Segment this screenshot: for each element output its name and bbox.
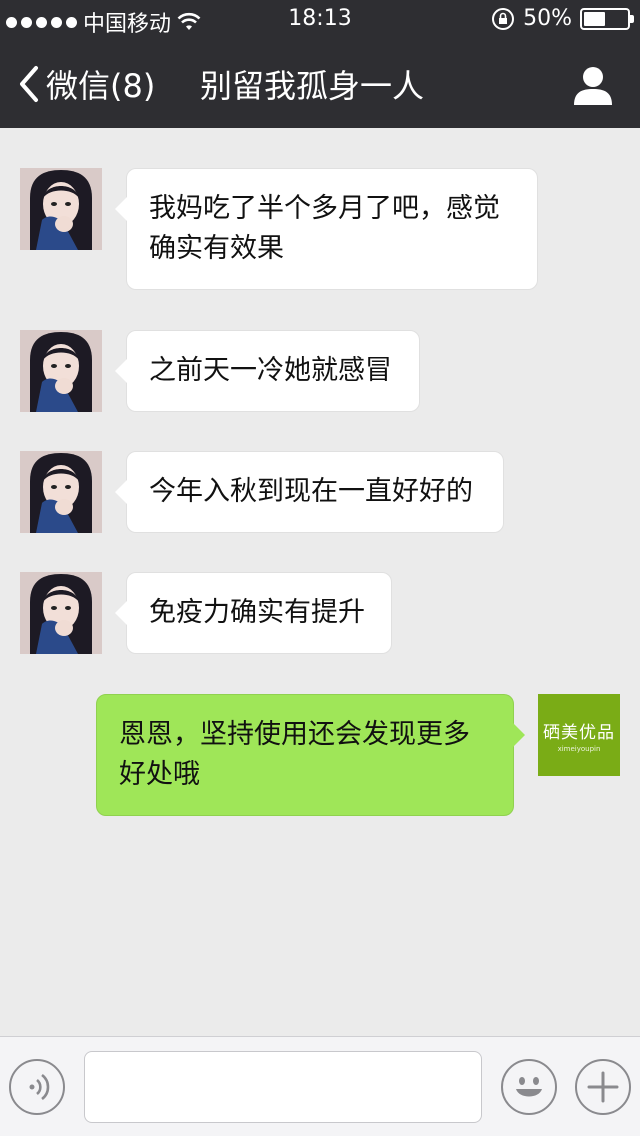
chevron-left-icon [20,66,38,102]
contact-avatar-image [20,451,102,533]
message-text-line: 恩恩，坚持使用还会发现更多 [119,719,470,750]
message-bubble[interactable]: 今年入秋到现在一直好好的 [115,451,504,533]
contact-avatar-image [20,572,102,654]
voice-button[interactable] [9,1059,65,1115]
message-bubble[interactable]: 免疫力确实有提升 [115,572,392,654]
chat-title: 别留我孤身一人 [200,67,425,105]
back-button[interactable]: 微信(8) [18,40,155,128]
message-text-line: 之前天一冷她就感冒 [149,355,392,386]
emoji-button[interactable] [501,1059,557,1115]
contact-avatar[interactable] [20,168,102,250]
contact-avatar[interactable] [20,451,102,533]
my-avatar[interactable]: 硒美优品 ximeiyoupin [538,694,620,776]
message-input[interactable] [84,1051,482,1123]
status-right: 50% [491,6,634,31]
battery-fill [584,11,605,26]
message-text-line: 免疫力确实有提升 [149,597,365,628]
profile-icon[interactable] [572,64,614,106]
status-bar: 中国移动 18:13 50% [0,0,640,40]
message-text-line: 今年入秋到现在一直好好的 [149,476,473,507]
contact-avatar-image [20,330,102,412]
back-label: 微信(8) [46,67,156,105]
emoji-icon [516,1077,542,1097]
my-message-bubble[interactable]: 恩恩，坚持使用还会发现更多 好处哦 [96,694,525,816]
more-button[interactable] [575,1059,631,1115]
plus-icon [587,1071,619,1103]
input-bar [0,1036,640,1136]
contact-avatar[interactable] [20,572,102,654]
orientation-lock-icon [492,7,515,30]
brand-logo-text: 硒美优品 [543,722,615,743]
message-text-line: 我妈吃了半个多月了吧，感觉 [149,193,500,224]
nav-bar: 微信(8) 别留我孤身一人 [0,40,640,128]
message-text-line: 好处哦 [119,759,200,790]
chat-area[interactable]: 我妈吃了半个多月了吧，感觉 确实有效果 之前天一冷她就感冒 今年入秋到现在一直好… [0,128,640,1036]
brand-logo-subtext: ximeiyoupin [557,744,601,753]
battery-percent: 50% [523,6,572,31]
contact-avatar-image [20,168,102,250]
voice-icon [29,1073,50,1101]
message-bubble[interactable]: 之前天一冷她就感冒 [115,330,420,412]
contact-avatar[interactable] [20,330,102,412]
message-bubble[interactable]: 我妈吃了半个多月了吧，感觉 确实有效果 [115,168,538,290]
battery-icon [580,7,634,30]
message-text-line: 确实有效果 [149,233,284,264]
